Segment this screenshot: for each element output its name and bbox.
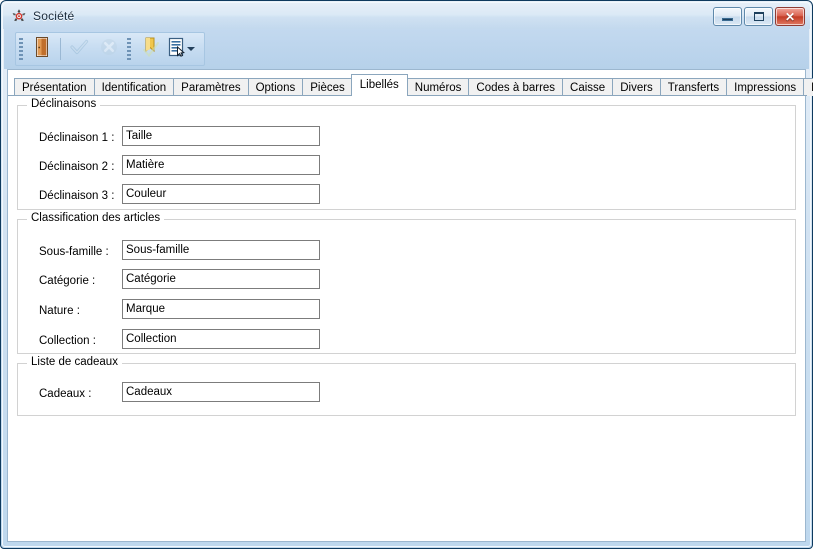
group-classification-articles: Classification des articles Sous-famille…	[17, 212, 796, 355]
tab-bar: Présentation Identification Paramètres O…	[8, 74, 813, 96]
group-classification-articles-title: Classification des articles	[27, 212, 165, 224]
app-logo-icon	[11, 8, 27, 24]
maximize-button[interactable]	[744, 7, 773, 26]
toolbar-grip-handle-2[interactable]	[127, 38, 131, 60]
tab-libelles[interactable]: Libellés	[350, 74, 408, 96]
label-declinaison-2: Déclinaison 2 :	[39, 161, 115, 173]
minimize-button[interactable]	[713, 7, 742, 26]
toolbar-separator-1	[60, 38, 61, 60]
window-controls: ✕	[713, 7, 805, 26]
window-title: Société	[33, 9, 75, 23]
tab-pieces[interactable]: Pièces	[302, 78, 353, 96]
cancel-cross-icon	[99, 37, 119, 62]
tab-impressions[interactable]: Impressions	[726, 78, 805, 96]
minimize-icon	[722, 18, 733, 21]
toolbar-button-validate[interactable]	[64, 35, 94, 63]
label-collection: Collection :	[39, 335, 96, 347]
label-cadeaux: Cadeaux :	[39, 388, 92, 400]
field-row-nature: Nature :	[18, 299, 795, 325]
tab-parametres[interactable]: Paramètres	[173, 78, 249, 96]
field-row-declinaison-3: Déclinaison 3 :	[18, 184, 795, 210]
tab-rgpd[interactable]: RGPD	[803, 78, 813, 96]
input-declinaison-1[interactable]	[122, 126, 320, 146]
field-row-sous-famille: Sous-famille :	[18, 240, 795, 266]
close-icon: ✕	[784, 9, 796, 24]
label-declinaison-1: Déclinaison 1 :	[39, 132, 115, 144]
group-declinaisons: Déclinaisons Déclinaison 1 : Déclinaison…	[17, 98, 796, 210]
tab-transferts[interactable]: Transferts	[659, 78, 728, 96]
input-declinaison-2[interactable]	[122, 155, 320, 175]
toolbar-button-cancel[interactable]	[94, 35, 124, 63]
field-row-categorie: Catégorie :	[18, 269, 795, 295]
maximize-icon	[753, 12, 764, 21]
document-list-icon	[166, 37, 186, 62]
label-nature: Nature :	[39, 305, 80, 317]
exit-door-icon	[32, 36, 52, 63]
application-window: Société ✕ Présentation Identification Pa…	[0, 0, 813, 549]
validate-check-icon	[69, 37, 89, 62]
group-declinaisons-title: Déclinaisons	[27, 98, 101, 110]
input-collection[interactable]	[122, 329, 320, 349]
toolbar	[15, 32, 205, 66]
close-button[interactable]: ✕	[775, 7, 805, 26]
toolbar-button-list[interactable]	[165, 35, 195, 63]
group-liste-cadeaux-title: Liste de cadeaux	[27, 356, 122, 368]
tab-codes-a-barres[interactable]: Codes à barres	[468, 78, 564, 96]
label-declinaison-3: Déclinaison 3 :	[39, 190, 115, 202]
label-categorie: Catégorie :	[39, 275, 96, 287]
input-cadeaux[interactable]	[122, 382, 320, 402]
chevron-down-icon[interactable]	[186, 47, 195, 51]
input-declinaison-3[interactable]	[122, 184, 320, 204]
tab-options[interactable]: Options	[247, 78, 304, 96]
form-client-area: Présentation Identification Paramètres O…	[7, 69, 813, 542]
toolbar-button-bookmark[interactable]	[135, 35, 165, 63]
group-liste-cadeaux: Liste de cadeaux Cadeaux :	[17, 356, 796, 416]
field-row-declinaison-2: Déclinaison 2 :	[18, 155, 795, 181]
toolbar-button-exit[interactable]	[27, 35, 57, 63]
tab-caisse[interactable]: Caisse	[562, 78, 614, 96]
tab-identification[interactable]: Identification	[93, 78, 175, 96]
tab-presentation[interactable]: Présentation	[14, 78, 95, 96]
field-row-declinaison-1: Déclinaison 1 :	[18, 126, 795, 152]
tab-numeros[interactable]: Numéros	[406, 78, 470, 96]
input-sous-famille[interactable]	[122, 240, 320, 260]
toolbar-area	[4, 29, 809, 69]
input-nature[interactable]	[122, 299, 320, 319]
field-row-collection: Collection :	[18, 329, 795, 355]
title-bar[interactable]: Société ✕	[3, 3, 810, 29]
bookmark-flag-icon	[140, 36, 160, 63]
toolbar-grip-handle[interactable]	[19, 38, 23, 60]
tab-divers[interactable]: Divers	[612, 78, 661, 96]
input-categorie[interactable]	[122, 269, 320, 289]
field-row-cadeaux: Cadeaux :	[18, 382, 795, 408]
label-sous-famille: Sous-famille :	[39, 246, 109, 258]
